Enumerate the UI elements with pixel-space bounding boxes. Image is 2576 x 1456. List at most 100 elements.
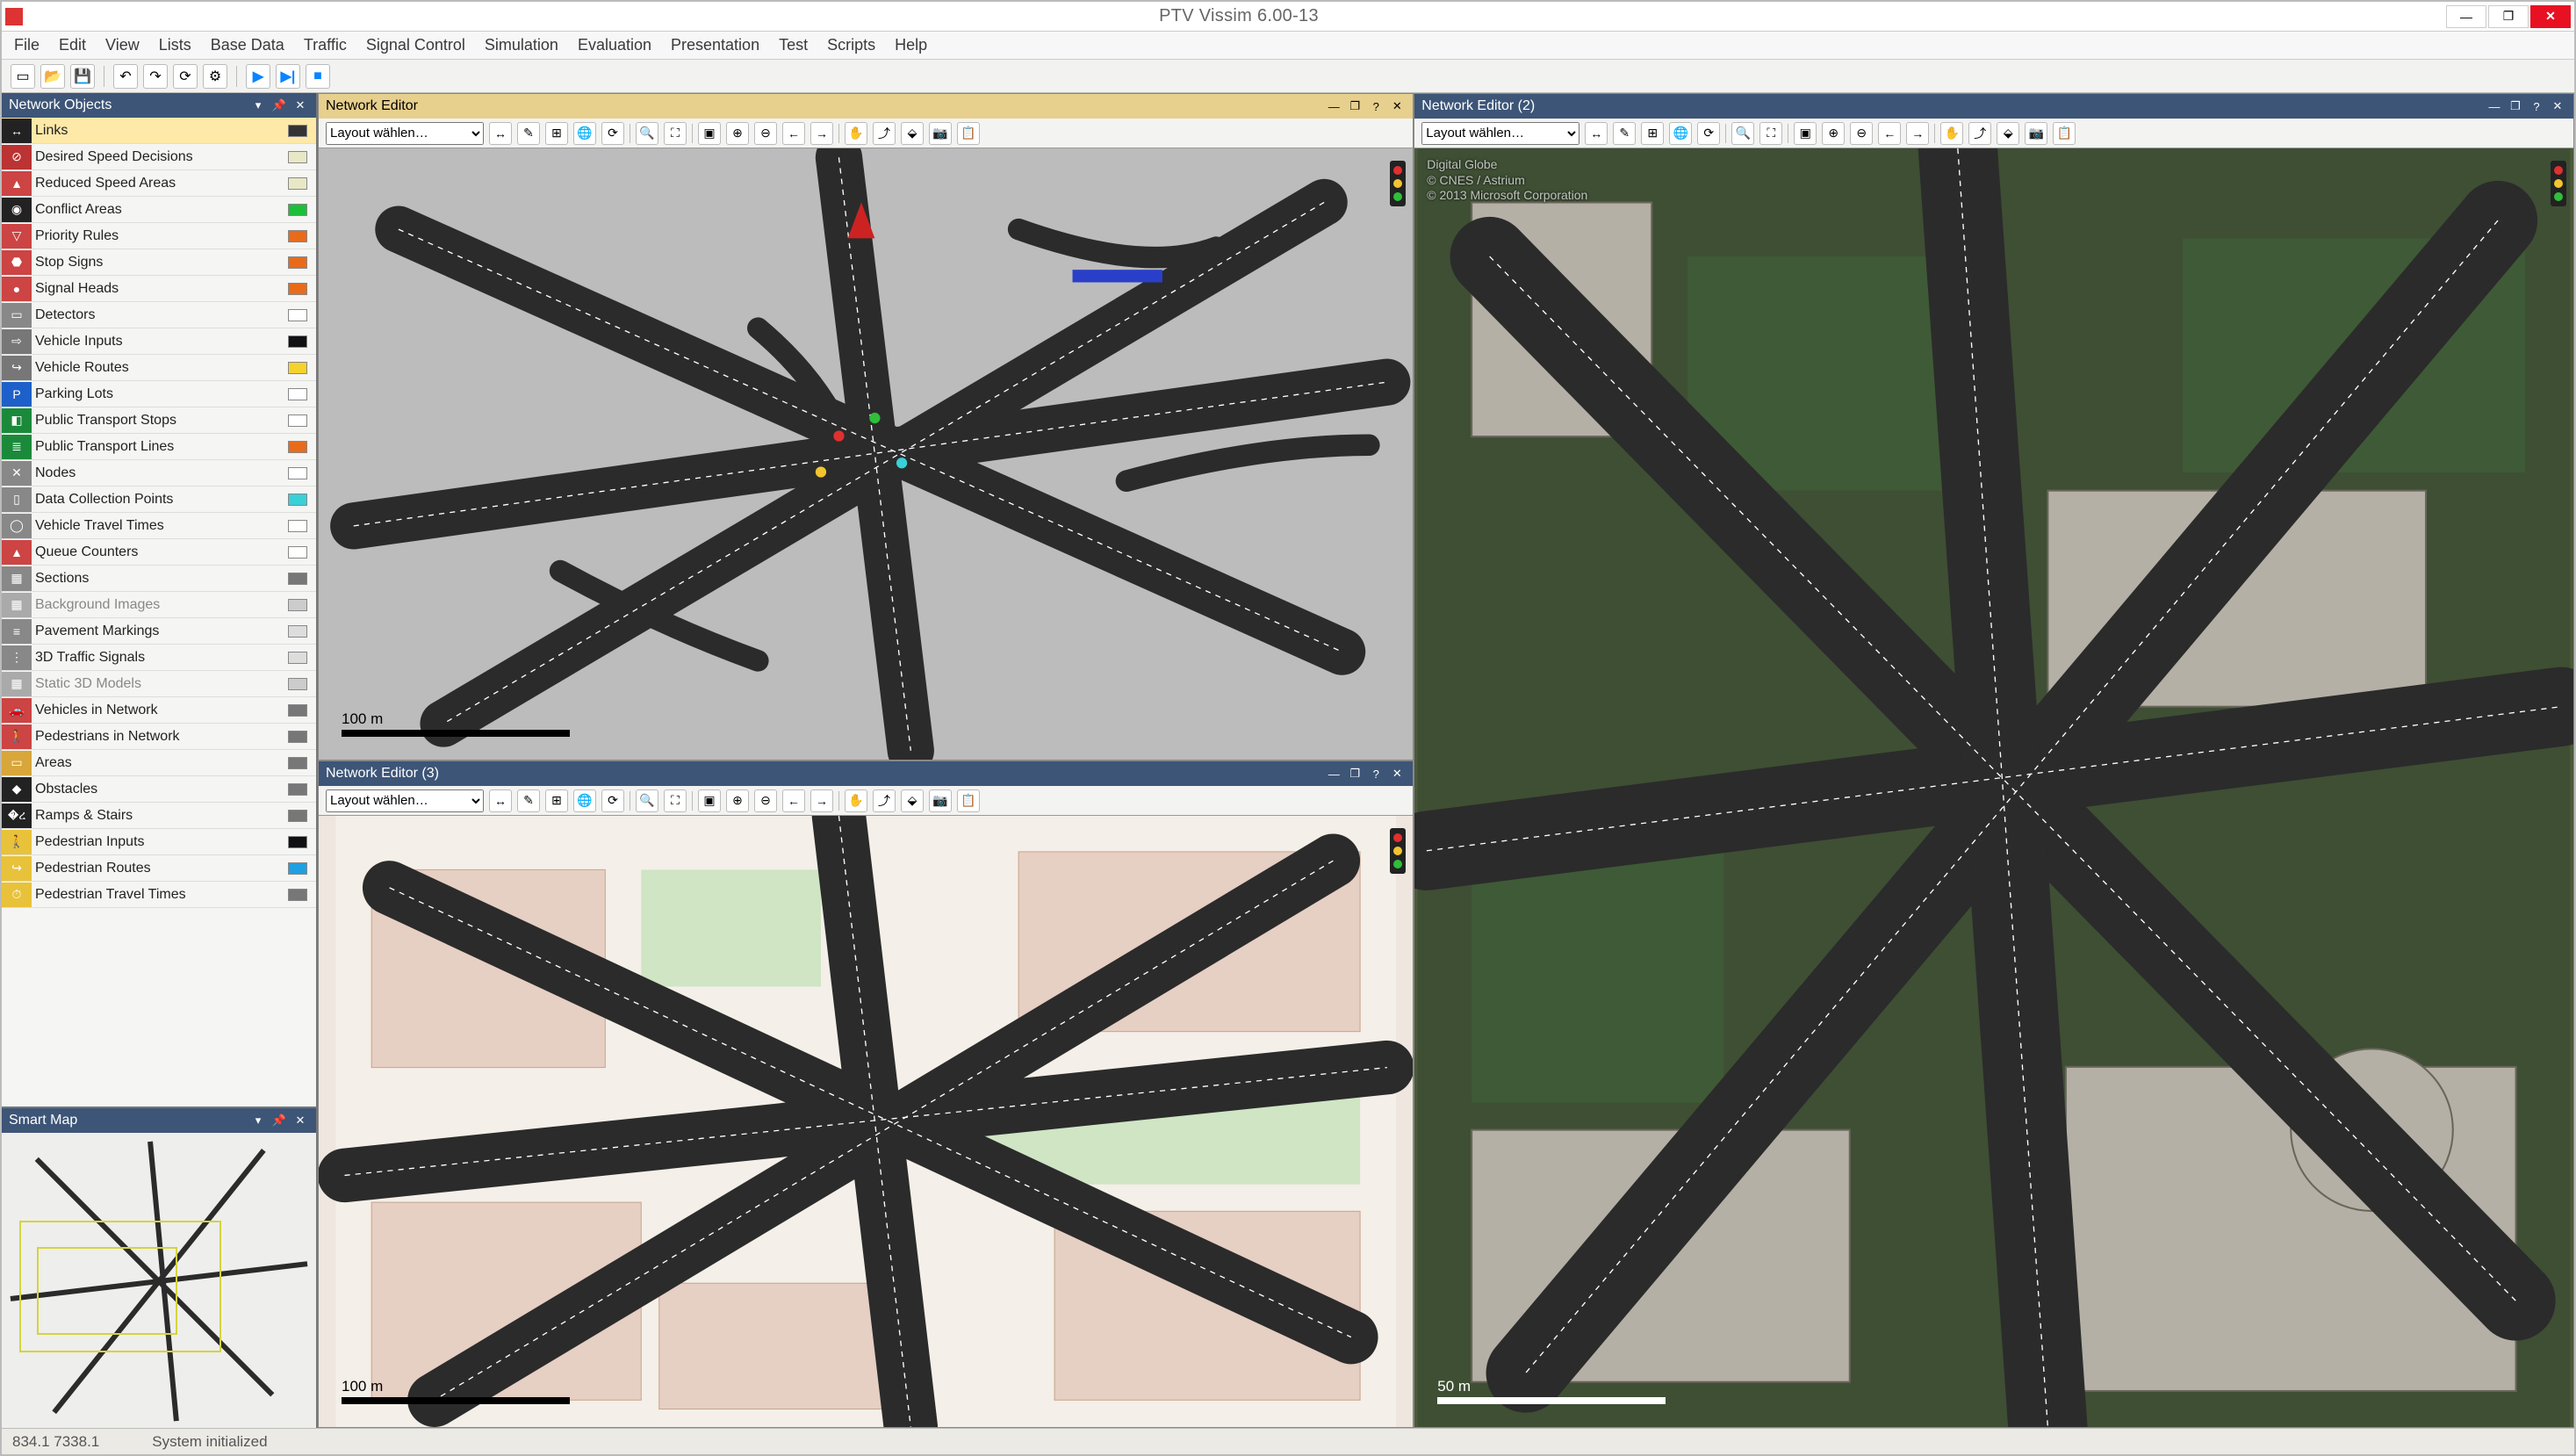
- panel-close-icon[interactable]: ✕: [1388, 97, 1406, 115]
- settings-icon[interactable]: ⚙: [203, 64, 227, 89]
- network-object-stop-signs[interactable]: ⬣Stop Signs: [2, 249, 316, 276]
- nav-fwd-icon[interactable]: →: [810, 122, 833, 145]
- color-swatch[interactable]: [288, 836, 307, 848]
- rotate-icon[interactable]: ⤴: [1968, 122, 1991, 145]
- toggle-3d-icon[interactable]: ⬙: [901, 122, 924, 145]
- save-file-icon[interactable]: 💾: [70, 64, 95, 89]
- color-swatch[interactable]: [288, 256, 307, 269]
- panel-minimize-icon[interactable]: —: [2486, 97, 2503, 115]
- menu-view[interactable]: View: [105, 36, 140, 54]
- panel-options-icon[interactable]: ▾: [249, 97, 267, 114]
- color-swatch[interactable]: [288, 467, 307, 479]
- snapshot-icon[interactable]: 📋: [957, 122, 980, 145]
- network-object-3d-traffic-signals[interactable]: ⋮3D Traffic Signals: [2, 645, 316, 671]
- panel-close-icon[interactable]: ✕: [291, 97, 309, 114]
- network-object-public-transport-stops[interactable]: ◧Public Transport Stops: [2, 407, 316, 434]
- network-object-reduced-speed-areas[interactable]: ▲Reduced Speed Areas: [2, 170, 316, 197]
- panel-maximize-icon[interactable]: ❐: [1346, 765, 1364, 782]
- color-swatch[interactable]: [288, 520, 307, 532]
- sim-play-icon[interactable]: ▶: [246, 64, 270, 89]
- menu-traffic[interactable]: Traffic: [304, 36, 347, 54]
- zoom-in-icon[interactable]: ⊕: [1822, 122, 1845, 145]
- zoom-out-icon[interactable]: ⊖: [1850, 122, 1873, 145]
- layout-select[interactable]: Layout wählen…: [326, 122, 484, 145]
- smartmap-viewport-rect[interactable]: [37, 1247, 177, 1335]
- zoom-full-icon[interactable]: ▣: [698, 789, 721, 812]
- network-object-parking-lots[interactable]: PParking Lots: [2, 381, 316, 407]
- zoom-icon[interactable]: 🔍: [1731, 122, 1754, 145]
- panel-minimize-icon[interactable]: —: [1325, 97, 1342, 115]
- window-close-button[interactable]: ✕: [2530, 5, 2571, 28]
- wand-icon[interactable]: ✎: [517, 789, 540, 812]
- redo-icon[interactable]: ↷: [143, 64, 168, 89]
- menu-lists[interactable]: Lists: [159, 36, 191, 54]
- nav-back-icon[interactable]: ←: [782, 789, 805, 812]
- nav-fwd-icon[interactable]: →: [1906, 122, 1929, 145]
- pan-icon[interactable]: ✋: [845, 122, 867, 145]
- refresh-icon[interactable]: ⟳: [601, 122, 624, 145]
- zoom-in-icon[interactable]: ⊕: [726, 122, 749, 145]
- pointer-select-icon[interactable]: ↔: [489, 122, 512, 145]
- color-swatch[interactable]: [288, 652, 307, 664]
- color-swatch[interactable]: [288, 283, 307, 295]
- camera-icon[interactable]: 📷: [2025, 122, 2047, 145]
- menu-file[interactable]: File: [14, 36, 40, 54]
- network-object-obstacles[interactable]: ◆Obstacles: [2, 776, 316, 803]
- network-object-static-3d-models[interactable]: ▦Static 3D Models: [2, 671, 316, 697]
- network-object-pedestrian-routes[interactable]: ↪Pedestrian Routes: [2, 855, 316, 882]
- zoom-in-icon[interactable]: ⊕: [726, 789, 749, 812]
- network-object-public-transport-lines[interactable]: ≣Public Transport Lines: [2, 434, 316, 460]
- grid-icon[interactable]: ⊞: [545, 789, 568, 812]
- camera-icon[interactable]: 📷: [929, 122, 952, 145]
- network-object-vehicle-travel-times[interactable]: ◯Vehicle Travel Times: [2, 513, 316, 539]
- network-object-vehicles-in-network[interactable]: 🚗Vehicles in Network: [2, 697, 316, 724]
- menu-edit[interactable]: Edit: [59, 36, 86, 54]
- color-swatch[interactable]: [288, 309, 307, 321]
- rotate-icon[interactable]: ⤴: [873, 122, 896, 145]
- wand-icon[interactable]: ✎: [1613, 122, 1636, 145]
- panel-minimize-icon[interactable]: —: [1325, 765, 1342, 782]
- network-object-pavement-markings[interactable]: ≡Pavement Markings: [2, 618, 316, 645]
- pane2-canvas[interactable]: 100 m: [319, 816, 1413, 1427]
- menu-scripts[interactable]: Scripts: [827, 36, 875, 54]
- refresh-icon[interactable]: ⟳: [173, 64, 198, 89]
- refresh-icon[interactable]: ⟳: [1697, 122, 1720, 145]
- network-objects-list[interactable]: ↔Links⊘Desired Speed Decisions▲Reduced S…: [2, 118, 316, 1106]
- menu-evaluation[interactable]: Evaluation: [578, 36, 651, 54]
- pane2-header[interactable]: Network Editor (3) — ❐ ? ✕: [319, 761, 1413, 786]
- zoom-out-icon[interactable]: ⊖: [754, 122, 777, 145]
- color-swatch[interactable]: [288, 414, 307, 427]
- color-swatch[interactable]: [288, 625, 307, 638]
- layout-select[interactable]: Layout wählen…: [1421, 122, 1579, 145]
- network-object-sections[interactable]: ▦Sections: [2, 566, 316, 592]
- snapshot-icon[interactable]: 📋: [957, 789, 980, 812]
- network-object-pedestrians-in-network[interactable]: 🚶Pedestrians in Network: [2, 724, 316, 750]
- network-object-pedestrian-inputs[interactable]: 🚶Pedestrian Inputs: [2, 829, 316, 855]
- smartmap-header[interactable]: Smart Map ▾ 📌 ✕: [2, 1108, 316, 1133]
- network-object-background-images[interactable]: ▦Background Images: [2, 592, 316, 618]
- pane3-header[interactable]: Network Editor (2) — ❐ ? ✕: [1414, 94, 2573, 119]
- new-file-icon[interactable]: ▭: [11, 64, 35, 89]
- color-swatch[interactable]: [288, 494, 307, 506]
- globe-icon[interactable]: 🌐: [1669, 122, 1692, 145]
- color-swatch[interactable]: [288, 151, 307, 163]
- color-swatch[interactable]: [288, 862, 307, 875]
- panel-pin-icon[interactable]: 📌: [270, 1112, 288, 1129]
- panel-pin-icon[interactable]: 📌: [270, 97, 288, 114]
- nav-back-icon[interactable]: ←: [782, 122, 805, 145]
- globe-icon[interactable]: 🌐: [573, 789, 596, 812]
- color-swatch[interactable]: [288, 599, 307, 611]
- zoom-full-icon[interactable]: ▣: [698, 122, 721, 145]
- color-swatch[interactable]: [288, 230, 307, 242]
- network-object-vehicle-routes[interactable]: ↪Vehicle Routes: [2, 355, 316, 381]
- color-swatch[interactable]: [288, 388, 307, 400]
- panel-close-icon[interactable]: ✕: [291, 1112, 309, 1129]
- sim-step-icon[interactable]: ▶|: [276, 64, 300, 89]
- zoom-region-icon[interactable]: ⛶: [664, 122, 687, 145]
- color-swatch[interactable]: [288, 731, 307, 743]
- window-minimize-button[interactable]: —: [2446, 5, 2486, 28]
- network-object-conflict-areas[interactable]: ◉Conflict Areas: [2, 197, 316, 223]
- menu-test[interactable]: Test: [779, 36, 808, 54]
- globe-icon[interactable]: 🌐: [573, 122, 596, 145]
- menu-presentation[interactable]: Presentation: [671, 36, 759, 54]
